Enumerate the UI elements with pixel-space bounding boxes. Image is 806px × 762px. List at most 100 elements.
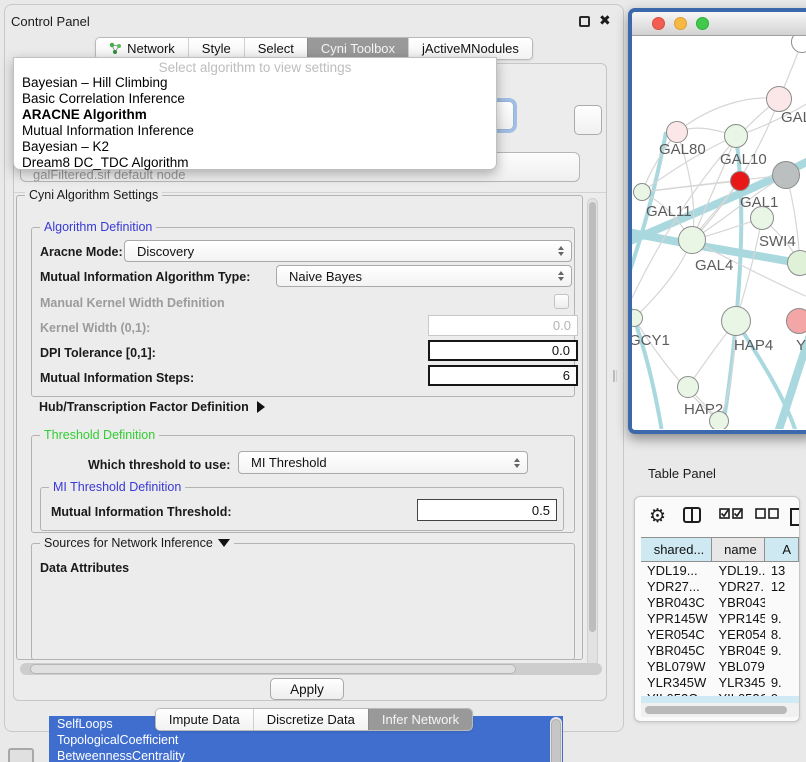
table-row[interactable]: YDR27...YDR27...12 (641, 578, 799, 594)
mi-type-combo[interactable]: Naive Bayes (276, 265, 572, 287)
horizontal-scrollbar-thumb[interactable] (30, 664, 516, 674)
kernel-width-label: Kernel Width (0,1): (40, 321, 150, 335)
tab-network[interactable]: Network (96, 38, 188, 59)
combo-partial-right[interactable] (574, 105, 602, 135)
table-row[interactable]: YDL19...YDL19...13 (641, 562, 799, 578)
table-toolbar: ⚙ (635, 501, 799, 533)
manual-kernel-label: Manual Kernel Width Definition (40, 296, 225, 310)
table-panel-titlebar: Table Panel (628, 455, 806, 491)
kernel-width-value: 0.0 (553, 318, 571, 333)
network-node-gal4[interactable] (678, 226, 706, 254)
table-row[interactable]: YPR145WYPR145W9. (641, 610, 799, 626)
tab-label: Infer Network (382, 712, 459, 727)
table-row[interactable]: YLR345WYLR345W9. (641, 674, 799, 690)
float-window-icon[interactable] (579, 16, 590, 27)
table-cell: YLR345W (641, 674, 712, 690)
which-threshold-value: MI Threshold (251, 455, 327, 470)
table-hscrollbar[interactable] (641, 703, 799, 717)
gear-icon[interactable]: ⚙ (649, 507, 666, 527)
network-node-y[interactable] (786, 308, 806, 334)
kernel-width-field[interactable]: 0.0 (428, 315, 578, 336)
tab-discretize-data[interactable]: Discretize Data (253, 709, 368, 730)
deselect-all-icon[interactable] (755, 507, 780, 525)
table-row[interactable]: YBR043CYBR043C (641, 594, 799, 610)
attribute-option-topologicalcoefficient[interactable]: TopologicalCoefficient (49, 732, 563, 748)
network-node-gal1[interactable] (730, 171, 750, 191)
tab-label: jActiveMNodules (422, 41, 519, 56)
mi-steps-field[interactable]: 6 (428, 365, 578, 386)
table-cell: 13 (765, 562, 799, 578)
zoom-window-icon[interactable] (696, 17, 709, 30)
column-header-name[interactable]: name (712, 538, 764, 561)
algorithm-option-basic-correlation-inference[interactable]: Basic Correlation Inference (14, 91, 496, 107)
table-row[interactable]: YBL079WYBL079W (641, 658, 799, 674)
network-node[interactable] (772, 161, 800, 189)
split-columns-icon[interactable] (683, 507, 701, 528)
network-node-gal11[interactable] (633, 183, 651, 201)
export-table-icon[interactable] (790, 507, 800, 532)
network-view-window: GALGAL80GAL10GAL1GAL11SWI4GAL4GCY1HAP4YH… (628, 8, 806, 434)
table-row[interactable]: YER054CYER054C8. (641, 626, 799, 642)
node-label-y: Y (796, 337, 806, 354)
tab-jactivemnodules[interactable]: jActiveMNodules (408, 38, 532, 59)
close-window-icon[interactable] (652, 17, 665, 30)
docked-panel-icon[interactable] (8, 748, 34, 762)
manual-kernel-checkbox[interactable] (554, 294, 569, 309)
table-cell: YDL19... (712, 562, 764, 578)
close-icon[interactable]: ✖ (599, 12, 611, 29)
network-node-gal80[interactable] (666, 121, 688, 143)
network-node-swi4[interactable] (750, 206, 774, 230)
network-window-titlebar[interactable] (632, 12, 806, 36)
table-cell: YIL052C (712, 690, 764, 696)
table-cell (765, 658, 799, 674)
dpi-tolerance-label: DPI Tolerance [0,1]: (40, 346, 156, 360)
table-body: YDL19...YDL19...13YDR27...YDR27...12YBR0… (641, 562, 799, 696)
node-label-hap4: HAP4 (734, 337, 773, 354)
network-canvas[interactable]: GALGAL80GAL10GAL1GAL11SWI4GAL4GCY1HAP4YH… (632, 36, 806, 429)
algorithm-option-aracne-algorithm[interactable]: ARACNE Algorithm (14, 107, 496, 123)
apply-button[interactable]: Apply (270, 678, 344, 700)
attribute-option-betweennesscentrality[interactable]: BetweennessCentrality (49, 748, 563, 762)
network-node[interactable] (709, 411, 729, 429)
tab-impute-data[interactable]: Impute Data (156, 709, 253, 730)
mi-threshold-definition-group: MI Threshold Definition Mutual Informati… (40, 487, 564, 531)
table-cell: YER054C (641, 626, 712, 642)
app-root: Control Panel ✖ NetworkStyleSelectCyni T… (0, 0, 806, 762)
table-row[interactable]: YBR045CYBR045C9. (641, 642, 799, 658)
tab-select[interactable]: Select (244, 38, 307, 59)
column-header-a[interactable]: A (765, 538, 799, 561)
minimize-window-icon[interactable] (674, 17, 687, 30)
algorithm-option-bayesian-k2[interactable]: Bayesian – K2 (14, 139, 496, 155)
tab-cyni-toolbox[interactable]: Cyni Toolbox (307, 38, 408, 59)
node-label-swi4: SWI4 (759, 233, 796, 250)
aracne-mode-combo[interactable]: Discovery (124, 240, 572, 262)
network-node-gal10[interactable] (724, 124, 748, 148)
table-row[interactable]: YIL052CYIL052C9. (641, 690, 799, 696)
network-node-hap4[interactable] (721, 306, 751, 336)
horizontal-scrollbar[interactable] (20, 663, 602, 675)
collapse-down-icon[interactable] (218, 539, 230, 547)
table-cell: 9. (765, 674, 799, 690)
selected-row-strip (641, 696, 799, 703)
vertical-scrollbar-thumb[interactable] (589, 202, 596, 632)
tab-style[interactable]: Style (188, 38, 244, 59)
select-all-icon[interactable] (719, 507, 744, 525)
vertical-scrollbar[interactable] (587, 198, 598, 666)
column-header-shared[interactable]: shared... (641, 538, 712, 561)
algorithm-option-bayesian-hill-climbing[interactable]: Bayesian – Hill Climbing (14, 75, 496, 91)
network-node[interactable] (787, 250, 806, 276)
network-node-hap2[interactable] (677, 376, 699, 398)
algorithm-dropdown-popup: Select algorithm to view settings Bayesi… (13, 57, 497, 170)
table-hscrollbar-thumb[interactable] (645, 706, 787, 714)
aracne-mode-label: Aracne Mode: (40, 245, 123, 259)
dpi-tolerance-field[interactable]: 0.0 (428, 340, 578, 361)
hub-definition-toggle[interactable]: Hub/Transcription Factor Definition (39, 400, 265, 414)
splitter-grip[interactable] (613, 370, 617, 382)
algorithm-option-mutual-information-inference[interactable]: Mutual Information Inference (14, 123, 496, 139)
tab-label: Network (127, 41, 175, 56)
algorithm-option-dream8-dc-tdc-algorithm[interactable]: Dream8 DC_TDC Algorithm (14, 155, 496, 171)
tab-infer-network[interactable]: Infer Network (368, 709, 472, 730)
table-cell: YBR045C (712, 642, 764, 658)
mi-threshold-field[interactable]: 0.5 (417, 499, 557, 521)
which-threshold-combo[interactable]: MI Threshold (238, 451, 528, 474)
